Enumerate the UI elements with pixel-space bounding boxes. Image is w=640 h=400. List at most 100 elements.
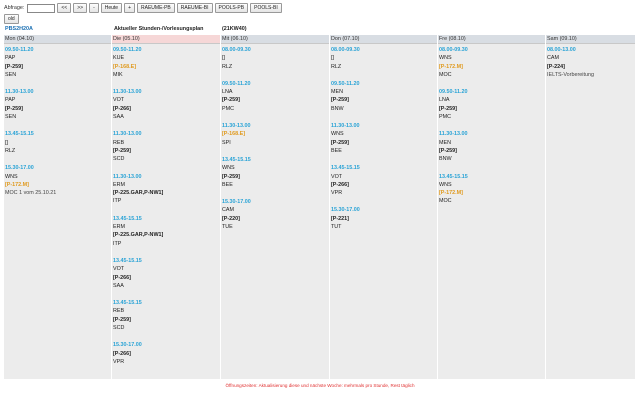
lesson-course: VOT xyxy=(113,97,125,104)
lesson-slot[interactable]: 11.30-13.00 VOT [P-266] SAA xyxy=(113,88,220,121)
lesson-course: REB xyxy=(113,308,125,315)
lesson-teacher: VPR xyxy=(113,358,125,365)
lesson-slot[interactable]: 08.00-13.00 CAM [P-224] IELTS-Vorbereitung xyxy=(547,46,635,79)
lesson-slot[interactable]: 09.50-11.20 PAP [P-259] SEN xyxy=(5,46,111,79)
lesson-room: [P-259] xyxy=(5,105,23,112)
lesson-teacher: PMC xyxy=(439,114,451,121)
pools-pb-button[interactable]: POOLS-PB xyxy=(214,3,249,13)
lesson-course: KUE xyxy=(113,55,125,62)
lesson-slot[interactable]: 13.45-15.15 VOT [P-266] VPR xyxy=(331,164,437,197)
lesson-time: 15.30-17.00 xyxy=(222,199,251,206)
lesson-course: MEN xyxy=(439,139,451,146)
plus-button[interactable]: + xyxy=(124,3,136,13)
prev-week-button[interactable]: << xyxy=(57,3,72,13)
raeume-pb-button[interactable]: RAEUME-PB xyxy=(137,3,175,13)
lesson-teacher: SAA xyxy=(113,282,124,289)
lesson-room: [P-259] xyxy=(331,97,349,104)
lesson-slot[interactable]: 13.45-15.15 WNS [P-172.M] MOC xyxy=(439,173,545,206)
lesson-teacher: TUT xyxy=(331,224,342,231)
lesson-room: [P-259] xyxy=(222,97,240,104)
lesson-teacher: PMC xyxy=(222,105,234,112)
lesson-slot[interactable]: 11.30-13.00 PAP [P-259] SEN xyxy=(5,88,111,121)
lesson-time: 11.30-13.00 xyxy=(331,123,360,130)
old-button[interactable]: old xyxy=(4,14,19,24)
lesson-time: 13.45-15.15 xyxy=(331,165,360,172)
schedule-header: PBS2H20A Aktueller Stunden-/Vorlesungspl… xyxy=(4,26,636,34)
query-input[interactable] xyxy=(27,3,56,13)
lesson-time: 13.45-15.15 xyxy=(222,156,251,163)
pools-bi-button[interactable]: POOLS-BI xyxy=(250,3,282,13)
lesson-time: 08.00-13.00 xyxy=(547,47,576,53)
lesson-time: 09.50-11.20 xyxy=(331,80,360,87)
lesson-slot[interactable]: 13.45-15.15 REB [P-259] SCD xyxy=(113,299,220,332)
day-column: Don (07.10) 08.00-09.30 [] RLZ 09.50-11.20 ME… xyxy=(330,35,438,379)
class-name: PBS2H20A xyxy=(5,26,33,32)
lesson-time: 11.30-13.00 xyxy=(222,123,251,130)
timetable: Mon (04.10) 09.50-11.20 PAP [P-259] SEN 11.30… xyxy=(4,35,636,379)
day-column: Fre (08.10) 08.00-09.30 WNS [P-172.M] MOC 09.… xyxy=(438,35,546,379)
lesson-course: ERM xyxy=(113,224,125,231)
lesson-slot[interactable]: 13.45-15.15 VOT [P-266] SAA xyxy=(113,257,220,290)
raeume-bi-button[interactable]: RAEUME-BI xyxy=(176,3,213,13)
lesson-slot[interactable]: 15.30-17.00 WNS [P-172.M] MOC 1 vom 25.10.2… xyxy=(5,164,111,197)
lesson-slot[interactable]: 08.00-09.30 WNS [P-172.M] MOC xyxy=(439,46,545,79)
day-column: Sam (09.10) 08.00-13.00 CAM [P-224] IELTS-Vo… xyxy=(546,35,636,379)
lesson-teacher: SEN xyxy=(5,71,17,78)
lesson-room: [P-259] xyxy=(222,173,240,180)
lesson-room: [P-266] xyxy=(113,350,131,357)
lesson-slot[interactable]: 08.00-09.30 [] RLZ xyxy=(222,46,329,71)
lesson-time: 08.00-09.30 xyxy=(222,47,251,53)
lesson-course: VOT xyxy=(113,266,125,273)
lesson-slot[interactable]: 13.45-15.15 ERM [P-225.GAR,P-NW1] ITP xyxy=(113,215,220,248)
lesson-slot[interactable]: 11.30-13.00 ERM [P-225.GAR,P-NW1] ITP xyxy=(113,173,220,206)
lesson-note: MOC 1 vom 25.10.21 xyxy=(5,190,57,197)
lesson-slot[interactable]: 09.50-11.20 KUE [P-168.E] MIK xyxy=(113,46,220,79)
lesson-room: [P-225.GAR,P-NW1] xyxy=(113,190,164,197)
lesson-room: [P-168.E] xyxy=(113,63,137,70)
lesson-teacher: RLZ xyxy=(5,147,16,154)
lesson-room: [P-259] xyxy=(5,63,23,70)
lesson-slot[interactable]: 15.30-17.00 CAM [P-220] TUE xyxy=(222,198,329,231)
lesson-time: 09.50-11.20 xyxy=(113,47,142,53)
lesson-teacher: BEE xyxy=(222,181,233,188)
lesson-course: WNS xyxy=(222,165,235,172)
lesson-course: LNA xyxy=(222,89,233,96)
lesson-slot[interactable]: 08.00-09.30 [] RLZ xyxy=(331,46,437,71)
lesson-slot[interactable]: 09.50-11.20 MEN [P-259] BNW xyxy=(331,80,437,113)
lesson-course: VOT xyxy=(331,173,343,180)
lesson-slot[interactable]: 11.30-13.00 MEN [P-259] BNW xyxy=(439,130,545,163)
lesson-teacher: ITP xyxy=(113,240,122,247)
week-label: (21KW40) xyxy=(222,26,247,32)
lesson-slot[interactable]: 15.30-17.00 [P-221] TUT xyxy=(331,206,437,231)
lesson-room: [P-172.M] xyxy=(439,190,463,197)
lesson-room: [P-221] xyxy=(331,215,349,222)
next-week-button[interactable]: >> xyxy=(73,3,88,13)
lesson-teacher: ITP xyxy=(113,198,122,205)
lesson-room: [P-220] xyxy=(222,215,240,222)
lesson-room: [P-259] xyxy=(113,147,131,154)
lesson-slot[interactable]: 13.45-15.15[] RLZ xyxy=(5,130,111,155)
lesson-slot[interactable]: 09.50-11.20 LNA [P-259] PMC xyxy=(439,88,545,121)
minus-button[interactable]: - xyxy=(89,3,99,13)
lesson-slot[interactable]: 11.30-13.00 [P-168.E] SPI xyxy=(222,122,329,147)
lesson-teacher: SCD xyxy=(113,325,125,332)
lesson-slot[interactable]: 09.50-11.20 LNA [P-259] PMC xyxy=(222,80,329,113)
lesson-time: 15.30-17.00 xyxy=(113,342,142,349)
lesson-slot[interactable]: 11.30-13.00 REB [P-259] SCD xyxy=(113,130,220,163)
lesson-course: WNS xyxy=(439,55,452,62)
toolbar: Abfrage: << >> - Heute + RAEUME-PB RAEUM… xyxy=(4,3,282,13)
lesson-teacher: SPI xyxy=(222,139,231,146)
lesson-note: IELTS-Vorbereitung xyxy=(547,71,594,78)
today-button[interactable]: Heute xyxy=(100,3,123,13)
lesson-room: [P-266] xyxy=(113,274,131,281)
lesson-course: WNS xyxy=(331,131,344,138)
lesson-room: [P-259] xyxy=(439,105,457,112)
lesson-time: 13.45-15.15 xyxy=(113,257,142,264)
lesson-teacher: SAA xyxy=(113,114,124,121)
day-column: Die (05.10) 09.50-11.20 KUE [P-168.E] MIK 11.… xyxy=(112,35,221,379)
lesson-teacher: VPR xyxy=(331,190,343,197)
lesson-slot[interactable]: 13.45-15.15 WNS [P-259] BEE xyxy=(222,156,329,189)
lesson-slot[interactable]: 15.30-17.00 [P-266] VPR xyxy=(113,341,220,366)
lesson-slot[interactable]: 11.30-13.00 WNS [P-259] BEE xyxy=(331,122,437,155)
lesson-room: [P-266] xyxy=(113,105,131,112)
